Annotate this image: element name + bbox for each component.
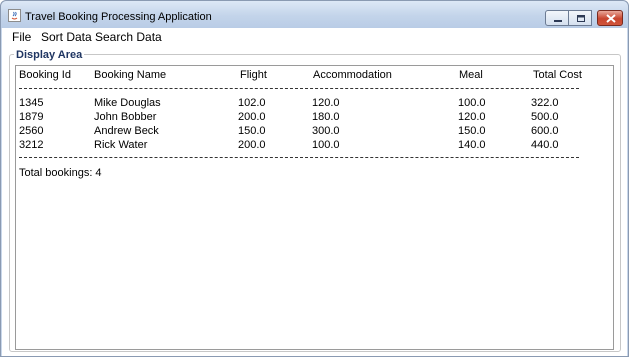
row-3-flight: 150.0 xyxy=(238,125,266,137)
header-accommodation: Accommodation xyxy=(313,69,392,81)
total-bookings-text: Total bookings: 4 xyxy=(19,167,102,179)
minimize-icon xyxy=(554,20,562,22)
title-bar[interactable]: Travel Booking Processing Application xyxy=(1,1,628,28)
app-window: Travel Booking Processing Application Fi… xyxy=(0,0,629,357)
row-2-flight: 200.0 xyxy=(238,111,266,123)
menu-search-data[interactable]: Search Data xyxy=(95,30,162,44)
row-2-booking-id: 1879 xyxy=(19,111,44,123)
row-2-accommodation: 180.0 xyxy=(312,111,340,123)
minimize-button[interactable] xyxy=(545,10,569,26)
row-1-booking-name: Mike Douglas xyxy=(94,97,161,109)
java-app-icon xyxy=(8,9,21,22)
window-title: Travel Booking Processing Application xyxy=(25,11,212,23)
maximize-icon xyxy=(577,15,585,22)
close-button[interactable] xyxy=(597,10,623,26)
row-4-booking-id: 3212 xyxy=(19,139,44,151)
row-1-booking-id: 1345 xyxy=(19,97,44,109)
row-3-total-cost: 600.0 xyxy=(531,125,559,137)
content-pane: Display Area Booking Id Booking Name Fli… xyxy=(2,45,627,356)
divider-top xyxy=(19,88,579,89)
maximize-button[interactable] xyxy=(568,10,592,26)
display-text-area[interactable]: Booking Id Booking Name Flight Accommoda… xyxy=(15,65,614,350)
row-3-accommodation: 300.0 xyxy=(312,125,340,137)
header-flight: Flight xyxy=(240,69,267,81)
row-1-meal: 100.0 xyxy=(458,97,486,109)
row-4-total-cost: 440.0 xyxy=(531,139,559,151)
header-meal: Meal xyxy=(459,69,483,81)
row-4-flight: 200.0 xyxy=(238,139,266,151)
row-2-booking-name: John Bobber xyxy=(94,111,157,123)
row-3-booking-id: 2560 xyxy=(19,125,44,137)
row-2-total-cost: 500.0 xyxy=(531,111,559,123)
header-total-cost: Total Cost xyxy=(533,69,582,81)
row-1-flight: 102.0 xyxy=(238,97,266,109)
menu-file[interactable]: File xyxy=(12,30,31,44)
row-1-accommodation: 120.0 xyxy=(312,97,340,109)
divider-bottom xyxy=(19,157,579,158)
row-3-booking-name: Andrew Beck xyxy=(94,125,159,137)
row-2-meal: 120.0 xyxy=(458,111,486,123)
header-booking-name: Booking Name xyxy=(94,69,167,81)
row-4-meal: 140.0 xyxy=(458,139,486,151)
menu-bar: File Sort Data Search Data xyxy=(2,28,627,45)
close-icon xyxy=(606,14,616,23)
row-4-accommodation: 100.0 xyxy=(312,139,340,151)
header-booking-id: Booking Id xyxy=(19,69,71,81)
row-3-meal: 150.0 xyxy=(458,125,486,137)
display-area-title: Display Area xyxy=(14,49,85,61)
row-4-booking-name: Rick Water xyxy=(94,139,148,151)
menu-sort-data[interactable]: Sort Data xyxy=(41,30,92,44)
row-1-total-cost: 322.0 xyxy=(531,97,559,109)
